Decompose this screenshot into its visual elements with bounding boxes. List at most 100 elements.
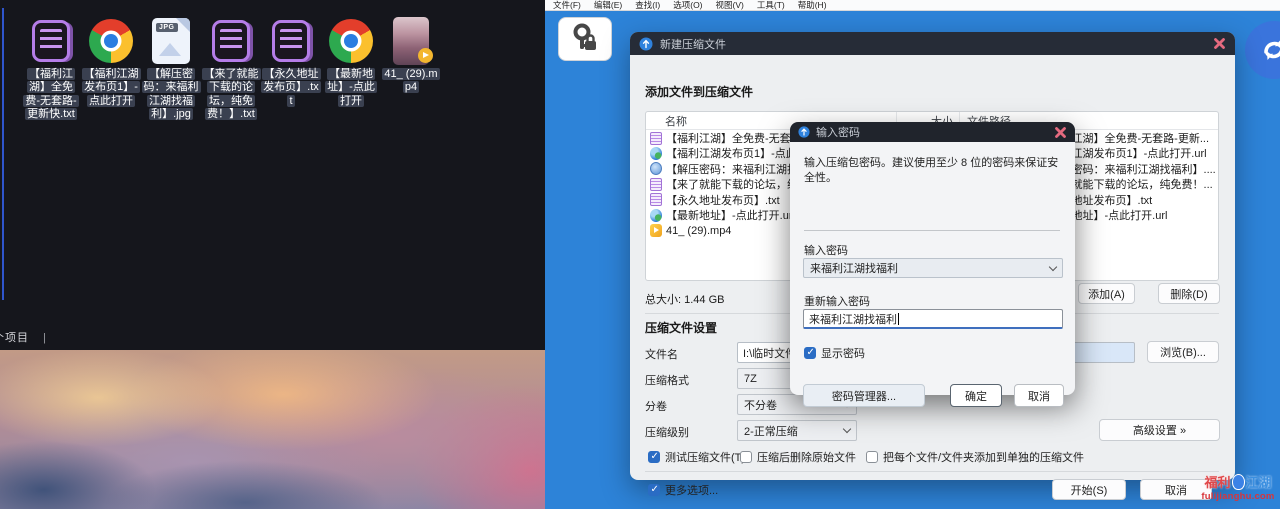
file-name: 【最新地址】-点此打开.url	[666, 207, 795, 223]
text-file-icon	[212, 20, 250, 62]
separate-archives-checkbox[interactable]: 把每个文件/文件夹添加到单独的压缩文件	[866, 449, 1084, 465]
desktop-icon-label: 【来了就能下载的论坛，纯免费！】.txt	[202, 68, 261, 120]
total-size-label: 总大小: 1.44 GB	[645, 291, 724, 307]
delete-button[interactable]: 删除(D)	[1158, 283, 1220, 304]
jpg-badge: JPG	[156, 23, 178, 32]
password-dialog-titlebar[interactable]: 输入密码	[790, 122, 1075, 142]
desktop-icon-label: 41_ (29).mp4	[382, 68, 439, 93]
password-value: 来福利江湖找福利	[810, 260, 898, 276]
desktop-icon-txt-1[interactable]: 【福利江湖】全免费-无套路-更新快.txt	[22, 16, 80, 122]
show-password-checkbox[interactable]: 显示密码	[804, 345, 865, 361]
desktop-icon-txt-2[interactable]: 【来了就能下载的论坛，纯免费！】.txt	[202, 16, 260, 122]
chevron-down-icon	[843, 425, 851, 433]
browse-button[interactable]: 浏览(B)...	[1147, 341, 1219, 363]
close-icon[interactable]	[1054, 126, 1067, 139]
app-icon	[798, 126, 810, 138]
text-cursor	[898, 313, 899, 325]
level-dropdown[interactable]: 2-正常压缩	[737, 420, 857, 441]
menu-item-view[interactable]: 视图(V)	[716, 0, 744, 11]
menu-item-help[interactable]: 帮助(H)	[798, 0, 827, 11]
more-options-checkbox[interactable]: 更多选项...	[648, 482, 718, 498]
format-value: 7Z	[744, 373, 757, 385]
mascot-icon	[1232, 474, 1245, 490]
reenter-password-value: 来福利江湖找福利	[809, 311, 897, 327]
ok-button[interactable]: 确定	[950, 384, 1002, 407]
desktop-wallpaper	[0, 350, 545, 509]
format-label: 压缩格式	[645, 372, 689, 388]
menu-bar: 文件(F) 编辑(E) 查找(I) 选项(O) 视图(V) 工具(T) 帮助(H…	[545, 0, 1280, 11]
image-file-icon	[650, 162, 662, 175]
sync-floating-button[interactable]	[1245, 21, 1280, 79]
menu-item-options[interactable]: 选项(O)	[673, 0, 702, 11]
video-thumbnail	[393, 17, 429, 65]
items-count-label: 个项目	[0, 332, 29, 344]
video-file-icon	[650, 224, 662, 237]
checkbox-label: 显示密码	[821, 345, 865, 361]
reenter-password-input[interactable]: 来福利江湖找福利	[803, 309, 1063, 329]
checkbox-checked-icon	[804, 347, 816, 359]
globe-icon	[650, 209, 662, 222]
advanced-settings-button[interactable]: 高级设置 »	[1099, 419, 1220, 441]
globe-icon	[650, 147, 662, 160]
volume-value: 不分卷	[744, 397, 777, 413]
screen: 个项目| 【福利江湖】全免费-无套路-更新快.txt 【福利江湖发布页1】- 点…	[0, 0, 1280, 509]
level-label: 压缩级别	[645, 424, 689, 440]
divider	[645, 471, 1219, 472]
password-dialog-body: 输入压缩包密码。建议使用至少 8 位的密码来保证安全性。 输入密码 来福利江湖找…	[790, 142, 1075, 395]
menu-item-find[interactable]: 查找(I)	[635, 0, 660, 11]
text-file-icon	[650, 178, 662, 191]
password-manager-button[interactable]: 密码管理器...	[803, 384, 925, 407]
password-tool-button[interactable]	[558, 17, 612, 61]
desktop-icon-jpg[interactable]: JPG 【解压密码：来福利江湖找福利】.jpg	[142, 16, 200, 122]
close-icon[interactable]	[1213, 37, 1226, 50]
explorer-statusbar: 个项目|	[0, 329, 47, 345]
level-value: 2-正常压缩	[744, 423, 798, 439]
test-archive-checkbox[interactable]: 测试压缩文件(T)	[648, 449, 745, 465]
checkbox-unchecked-icon	[740, 451, 752, 463]
key-lock-icon	[569, 23, 601, 55]
watermark-logo: 福利 江湖 fulijianghu.com	[1198, 472, 1278, 502]
file-name: 41_ (29).mp4	[666, 225, 731, 237]
desktop-icon-label: 【永久地址发布页】.txt	[261, 68, 321, 107]
menu-item-tools[interactable]: 工具(T)	[757, 0, 785, 11]
chrome-icon	[329, 19, 373, 63]
desktop-icon-grid: 【福利江湖】全免费-无套路-更新快.txt 【福利江湖发布页1】- 点此打开 J…	[22, 16, 440, 122]
checkbox-label: 更多选项...	[665, 482, 718, 498]
delete-after-checkbox[interactable]: 压缩后删除原始文件	[740, 449, 856, 465]
checkbox-unchecked-icon	[866, 451, 878, 463]
chrome-icon	[89, 19, 133, 63]
desktop-icon-label: 【最新地址】-点此打开	[325, 68, 377, 107]
divider	[804, 230, 1060, 231]
app-icon	[639, 37, 653, 51]
desktop-icon-url-2[interactable]: 【最新地址】-点此打开	[322, 16, 380, 122]
menu-item-file[interactable]: 文件(F)	[553, 0, 581, 11]
dialog-titlebar[interactable]: 新建压缩文件	[630, 32, 1235, 55]
menu-item-edit[interactable]: 编辑(E)	[594, 0, 622, 11]
checkbox-label: 测试压缩文件(T)	[665, 449, 745, 465]
text-file-icon	[650, 132, 662, 145]
add-button[interactable]: 添加(A)	[1078, 283, 1135, 304]
text-file-icon	[32, 20, 70, 62]
logo-text-right: 江湖	[1246, 472, 1272, 491]
checkbox-checked-icon	[648, 451, 660, 463]
filename-value: I:\临时文件	[743, 345, 796, 361]
checkbox-label: 压缩后删除原始文件	[757, 449, 856, 465]
text-file-icon	[272, 20, 310, 62]
dialog-header: 添加文件到压缩文件	[645, 83, 753, 100]
desktop-icon-txt-3[interactable]: 【永久地址发布页】.txt	[262, 16, 320, 122]
cancel-button[interactable]: 取消	[1014, 384, 1064, 407]
start-button[interactable]: 开始(S)	[1052, 479, 1126, 500]
jpg-file-icon: JPG	[152, 18, 190, 64]
password-combobox[interactable]: 来福利江湖找福利	[803, 258, 1063, 278]
filename-label: 文件名	[645, 346, 678, 362]
chevron-down-icon	[1049, 262, 1057, 270]
desktop-icon-url-1[interactable]: 【福利江湖发布页1】- 点此打开	[82, 16, 140, 122]
volume-label: 分卷	[645, 398, 667, 414]
logo-text-left: 福利	[1204, 472, 1230, 491]
text-file-icon	[650, 193, 662, 206]
reenter-password-label: 重新输入密码	[804, 293, 870, 309]
file-name: 【永久地址发布页】.txt	[666, 192, 780, 208]
checkbox-checked-icon	[648, 484, 660, 496]
desktop-icon-video[interactable]: 41_ (29).mp4	[382, 16, 440, 122]
play-icon	[418, 48, 433, 63]
